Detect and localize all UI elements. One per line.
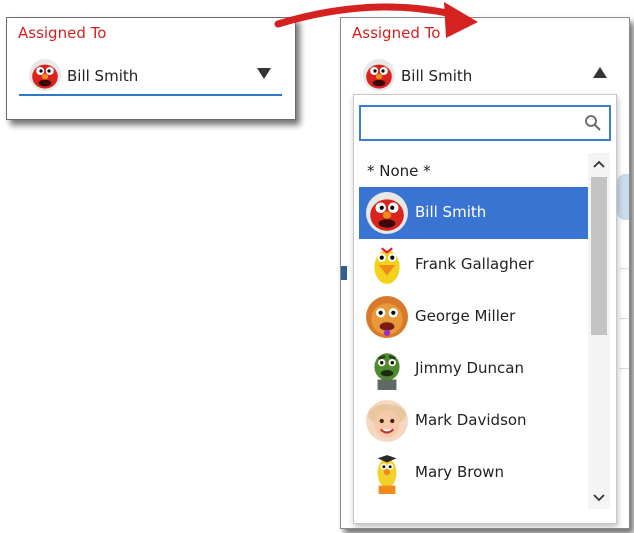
expanded-select-panel: Assigned To Bill Smith * None * Bill Smi… xyxy=(340,17,630,529)
background-element xyxy=(617,174,629,220)
list-item-user[interactable]: George Miller xyxy=(359,291,589,343)
field-label: Assigned To xyxy=(352,24,441,42)
list-item-user[interactable]: Frank Gallagher xyxy=(359,239,589,291)
field-label: Assigned To xyxy=(18,24,107,42)
selected-user-name: Bill Smith xyxy=(401,67,473,85)
search-icon[interactable] xyxy=(584,114,602,132)
user-name: Bill Smith xyxy=(415,203,487,221)
red-monster-avatar xyxy=(366,192,408,234)
scrollbar-thumb[interactable] xyxy=(591,177,607,335)
green-grouch-avatar xyxy=(366,348,408,390)
background-element xyxy=(341,266,347,280)
background-divider xyxy=(619,368,629,369)
chevron-up-icon[interactable] xyxy=(591,157,607,171)
user-name: Jimmy Duncan xyxy=(415,359,524,377)
focus-underline xyxy=(19,94,282,96)
user-name: Mary Brown xyxy=(415,463,505,481)
triangle-down-icon[interactable] xyxy=(255,65,273,81)
user-dropdown: * None * Bill Smith Frank Gallagher Geor… xyxy=(353,94,617,524)
list-item-user[interactable]: Bill Smith xyxy=(359,187,589,239)
list-item-user[interactable]: Jimmy Duncan xyxy=(359,343,589,395)
background-divider xyxy=(619,268,629,269)
red-monster-avatar xyxy=(363,59,395,91)
orange-monster-avatar xyxy=(366,296,408,338)
selected-user-name: Bill Smith xyxy=(67,67,139,85)
assigned-to-select[interactable]: Bill Smith xyxy=(29,55,279,95)
yellow-bird-avatar xyxy=(366,244,408,286)
triangle-up-icon[interactable] xyxy=(591,65,609,81)
list-item-none[interactable]: * None * xyxy=(359,153,589,189)
user-name: Mark Davidson xyxy=(415,411,527,429)
search-box[interactable] xyxy=(359,105,611,141)
user-list: * None * Bill Smith Frank Gallagher Geor… xyxy=(359,153,589,509)
list-item-user[interactable]: Mark Davidson xyxy=(359,395,589,447)
list-item-user[interactable]: Mary Brown xyxy=(359,447,589,499)
search-input[interactable] xyxy=(367,111,581,137)
yellow-puppet-avatar xyxy=(366,452,408,494)
chevron-down-icon[interactable] xyxy=(591,491,607,505)
red-monster-avatar xyxy=(29,59,61,91)
background-divider xyxy=(619,318,629,319)
assigned-to-select[interactable]: Bill Smith xyxy=(363,55,613,95)
list-scrollbar[interactable] xyxy=(588,153,610,509)
collapsed-select-panel: Assigned To Bill Smith xyxy=(6,17,296,120)
user-name: Frank Gallagher xyxy=(415,255,534,273)
user-name: George Miller xyxy=(415,307,516,325)
child-face-avatar xyxy=(366,400,408,442)
